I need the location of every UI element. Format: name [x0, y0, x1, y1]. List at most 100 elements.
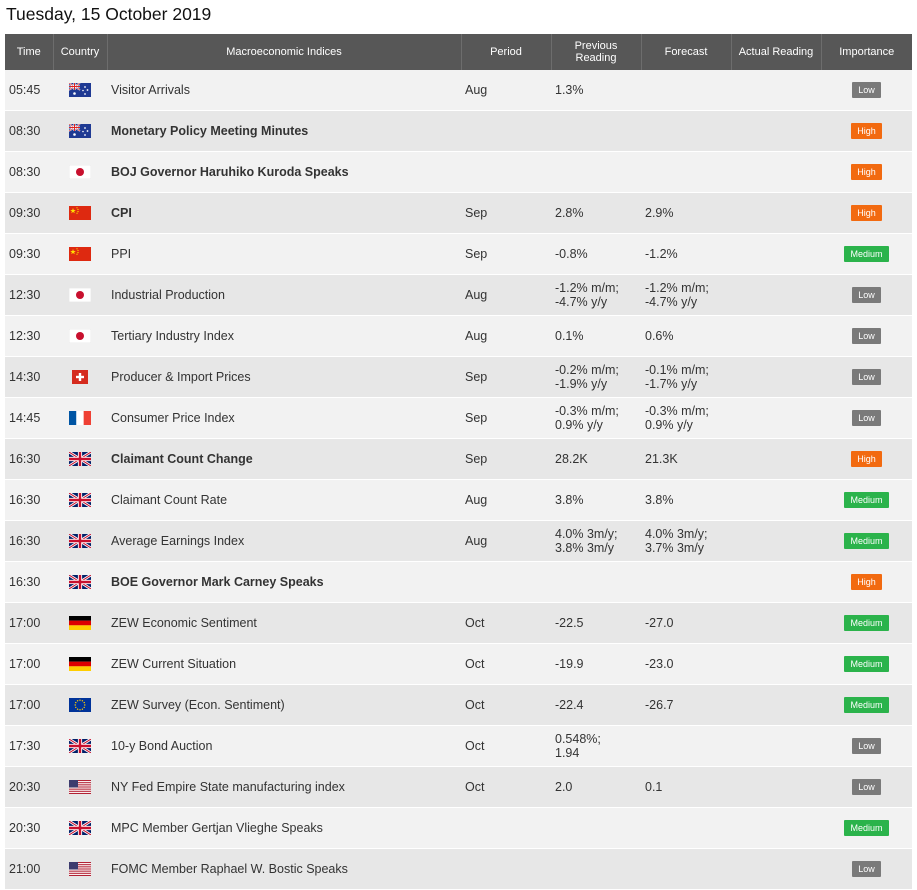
- cell-country: [53, 397, 107, 439]
- table-row[interactable]: 16:30 BOE Governor Mark Carney Speaks High: [5, 561, 912, 603]
- table-row[interactable]: 05:45 Visitor Arrivals Aug 1.3% Low: [5, 70, 912, 111]
- cell-importance: Low: [821, 848, 912, 890]
- importance-badge: Medium: [844, 533, 889, 549]
- table-row[interactable]: 17:00 ZEW Current Situation Oct -19.9 -23.0 M…: [5, 643, 912, 685]
- cell-time: 12:30: [5, 274, 53, 316]
- cell-actual: [731, 766, 821, 808]
- cell-country: [53, 848, 107, 890]
- cell-indicator[interactable]: 10-y Bond Auction: [107, 725, 461, 767]
- cell-indicator[interactable]: ZEW Economic Sentiment: [107, 602, 461, 644]
- table-row[interactable]: 08:30 BOJ Governor Haruhiko Kuroda Speaks…: [5, 151, 912, 193]
- cell-indicator[interactable]: NY Fed Empire State manufacturing index: [107, 766, 461, 808]
- cell-indicator[interactable]: Visitor Arrivals: [107, 70, 461, 111]
- header-forecast[interactable]: Forecast: [641, 34, 732, 70]
- cell-previous-line: 0.548%;: [555, 732, 601, 746]
- table-row[interactable]: 17:00 ZEW Survey (Econ. Sentiment) Oct -22.…: [5, 684, 912, 726]
- cell-period: Aug: [461, 70, 551, 111]
- importance-badge: High: [851, 123, 882, 139]
- cell-forecast: 2.9%: [641, 192, 731, 234]
- cell-forecast-line: -23.0: [645, 657, 674, 671]
- table-row[interactable]: 09:30 CPI Sep 2.8% 2.9% High: [5, 192, 912, 234]
- table-row[interactable]: 20:30 MPC Member Gertjan Vlieghe Speaks Me…: [5, 807, 912, 849]
- header-previous-line1: Previous: [574, 40, 618, 52]
- importance-badge: High: [851, 574, 882, 590]
- table-row[interactable]: 14:30 Producer & Import Prices Sep -0.2% m/…: [5, 356, 912, 398]
- table-row[interactable]: 17:00 ZEW Economic Sentiment Oct -22.5 -27.0…: [5, 602, 912, 644]
- cell-previous: 1.3%: [551, 70, 641, 111]
- cell-country: [53, 438, 107, 480]
- table-row[interactable]: 21:00 FOMC Member Raphael W. Bostic Speak…: [5, 848, 912, 890]
- cell-time: 16:30: [5, 520, 53, 562]
- header-importance[interactable]: Importance: [821, 34, 912, 70]
- cell-indicator[interactable]: Monetary Policy Meeting Minutes: [107, 110, 461, 152]
- cell-indicator[interactable]: FOMC Member Raphael W. Bostic Speaks: [107, 848, 461, 890]
- header-actual[interactable]: Actual Reading: [731, 34, 822, 70]
- au-flag-icon: [69, 83, 91, 98]
- cell-previous: [551, 807, 641, 849]
- cell-indicator[interactable]: Claimant Count Change: [107, 438, 461, 480]
- header-time[interactable]: Time: [5, 34, 54, 70]
- header-country[interactable]: Country: [53, 34, 108, 70]
- cell-time: 17:00: [5, 643, 53, 685]
- table-row[interactable]: 16:30 Claimant Count Rate Aug 3.8% 3.8% Mediu…: [5, 479, 912, 521]
- cell-indicator[interactable]: CPI: [107, 192, 461, 234]
- cell-actual: [731, 397, 821, 439]
- cell-time: 16:30: [5, 438, 53, 480]
- cell-country: [53, 151, 107, 193]
- cell-indicator[interactable]: BOE Governor Mark Carney Speaks: [107, 561, 461, 603]
- cell-forecast: -0.3% m/m; 0.9% y/y: [641, 397, 731, 439]
- cell-country: [53, 315, 107, 357]
- table-row[interactable]: 12:30 Tertiary Industry Index Aug 0.1% 0.6% L…: [5, 315, 912, 357]
- table-row[interactable]: 16:30 Average Earnings Index Aug 4.0% 3m/y;…: [5, 520, 912, 562]
- cell-forecast: -26.7: [641, 684, 731, 726]
- cell-indicator[interactable]: Producer & Import Prices: [107, 356, 461, 398]
- cell-indicator[interactable]: BOJ Governor Haruhiko Kuroda Speaks: [107, 151, 461, 193]
- header-period[interactable]: Period: [461, 34, 552, 70]
- importance-badge: Low: [852, 738, 881, 754]
- table-row[interactable]: 17:30 10-y Bond Auction Oct 0.548%; 1.94 Low: [5, 725, 912, 767]
- cell-time: 08:30: [5, 110, 53, 152]
- cell-actual: [731, 192, 821, 234]
- cell-importance: High: [821, 110, 912, 152]
- cell-previous-line: -0.3% m/m;: [555, 404, 619, 418]
- cell-period: Aug: [461, 479, 551, 521]
- table-row[interactable]: 16:30 Claimant Count Change Sep 28.2K 21.3K H…: [5, 438, 912, 480]
- cell-forecast: [641, 110, 731, 152]
- cell-indicator[interactable]: Claimant Count Rate: [107, 479, 461, 521]
- cell-forecast: 0.1: [641, 766, 731, 808]
- table-row[interactable]: 12:30 Industrial Production Aug -1.2% m/m; -…: [5, 274, 912, 316]
- cell-actual: [731, 110, 821, 152]
- cell-actual: [731, 438, 821, 480]
- cell-indicator[interactable]: ZEW Current Situation: [107, 643, 461, 685]
- table-row[interactable]: 14:45 Consumer Price Index Sep -0.3% m/m; 0.…: [5, 397, 912, 439]
- cell-indicator[interactable]: MPC Member Gertjan Vlieghe Speaks: [107, 807, 461, 849]
- cell-time: 12:30: [5, 315, 53, 357]
- cell-forecast-line: 2.9%: [645, 206, 674, 220]
- cell-indicator[interactable]: ZEW Survey (Econ. Sentiment): [107, 684, 461, 726]
- cell-previous: -0.8%: [551, 233, 641, 275]
- header-indices[interactable]: Macroeconomic Indices: [107, 34, 462, 70]
- header-previous[interactable]: Previous Reading: [551, 34, 642, 70]
- cell-indicator[interactable]: Consumer Price Index: [107, 397, 461, 439]
- table-row[interactable]: 09:30 PPI Sep -0.8% -1.2% Medium: [5, 233, 912, 275]
- jp-flag-icon: [69, 165, 91, 180]
- cell-forecast-line: 21.3K: [645, 452, 678, 466]
- cell-indicator[interactable]: Industrial Production: [107, 274, 461, 316]
- cell-previous: [551, 110, 641, 152]
- cell-indicator[interactable]: PPI: [107, 233, 461, 275]
- cell-importance: Low: [821, 70, 912, 111]
- cell-period: Aug: [461, 315, 551, 357]
- gb-flag-icon: [69, 452, 91, 467]
- cell-period: Oct: [461, 725, 551, 767]
- jp-flag-icon: [69, 288, 91, 303]
- importance-badge: High: [851, 164, 882, 180]
- cell-previous-line: 3.8% 3m/y: [555, 541, 615, 555]
- table-row[interactable]: 08:30 Monetary Policy Meeting Minutes High: [5, 110, 912, 152]
- us-flag-icon: [69, 862, 91, 877]
- cell-indicator[interactable]: Average Earnings Index: [107, 520, 461, 562]
- cell-time: 14:30: [5, 356, 53, 398]
- cell-importance: Medium: [821, 643, 912, 685]
- cell-previous: -1.2% m/m; -4.7% y/y: [551, 274, 641, 316]
- cell-indicator[interactable]: Tertiary Industry Index: [107, 315, 461, 357]
- table-row[interactable]: 20:30 NY Fed Empire State manufacturing i…: [5, 766, 912, 808]
